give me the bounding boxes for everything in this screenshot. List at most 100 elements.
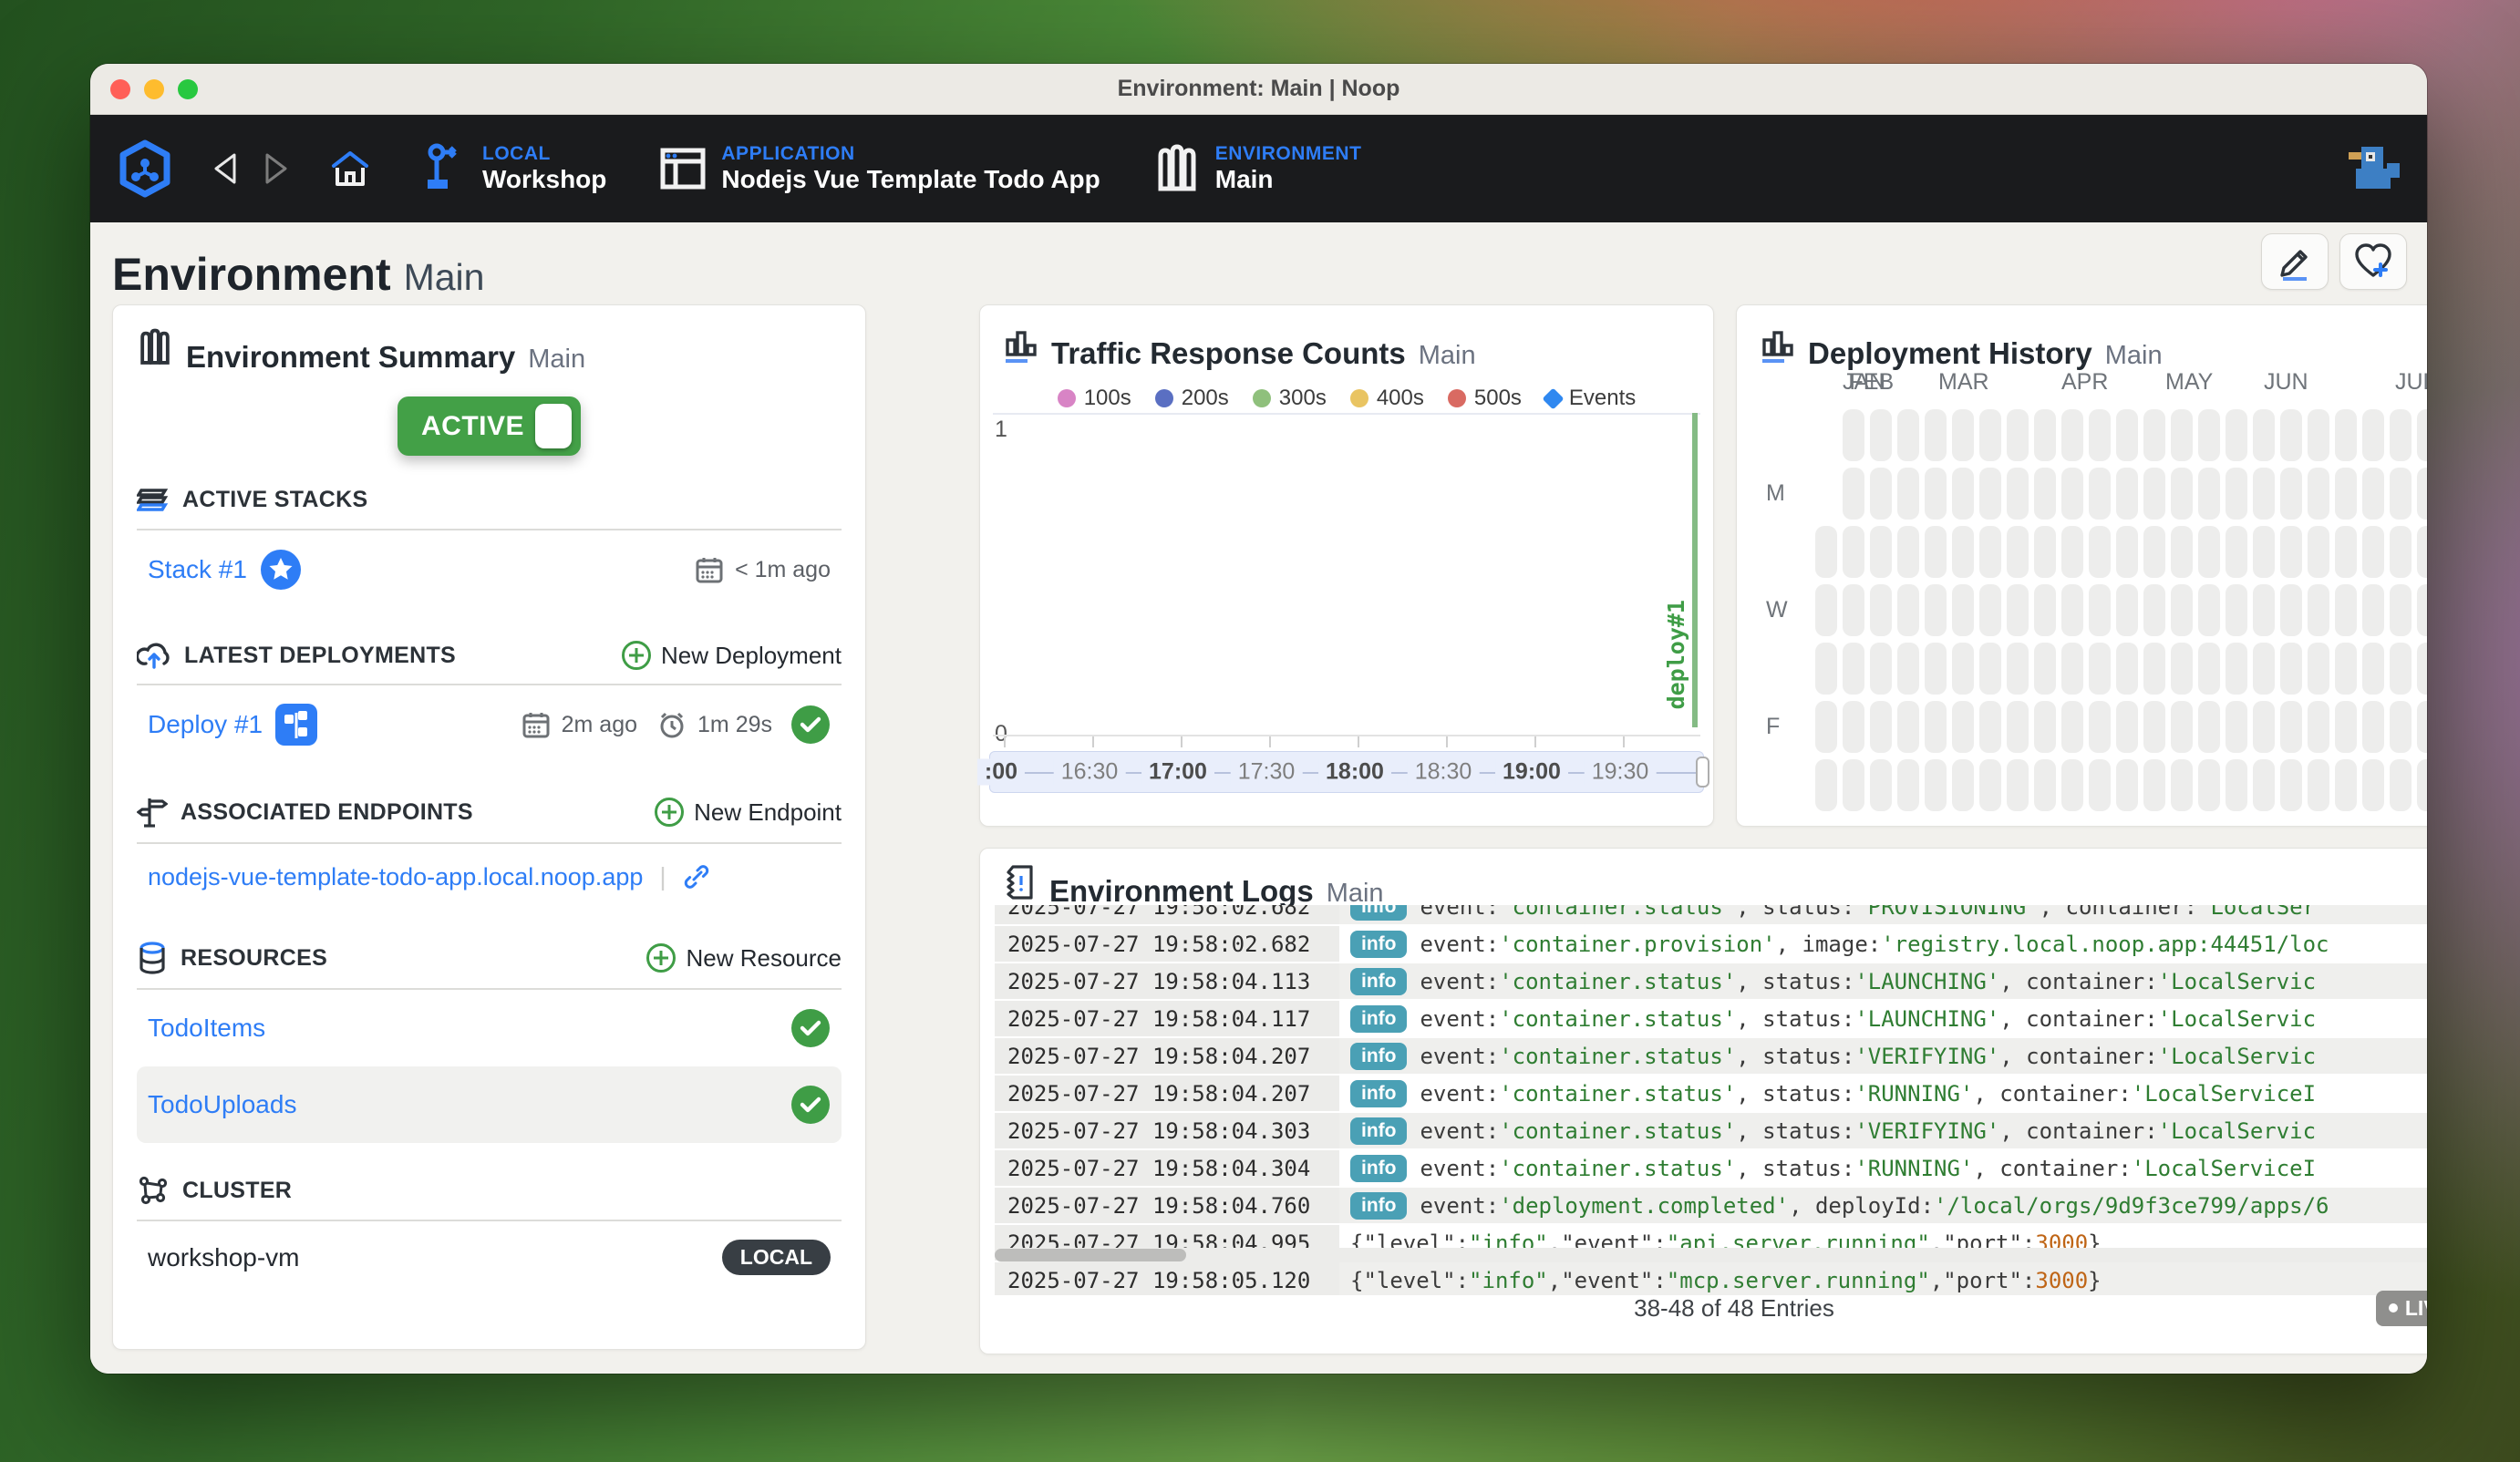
- axis-tick: [1534, 736, 1536, 747]
- axis-tick-label: 16:30: [1054, 759, 1126, 786]
- page-subtitle: Main: [404, 256, 485, 298]
- log-row: 2025-07-27 19:58:04.303infoevent: 'conta…: [995, 1113, 2427, 1148]
- log-segment: 'LAUNCHING': [1854, 1006, 1999, 1032]
- heatmap-cell: [2007, 643, 2029, 695]
- traffic-xaxis: [993, 735, 1700, 747]
- heatmap-cell: [2061, 701, 2083, 753]
- forward-button[interactable]: [262, 150, 293, 187]
- edit-button[interactable]: [2261, 233, 2329, 290]
- close-window-button[interactable]: [110, 79, 130, 99]
- resources-header: RESOURCES: [137, 941, 327, 975]
- heatmap-cell: [1979, 468, 2001, 520]
- heatmap-cell: [1979, 584, 2001, 636]
- deploy-time: 2m ago: [562, 712, 637, 738]
- legend-swatch-icon: [1155, 389, 1173, 407]
- deploy-marker-line[interactable]: [1692, 413, 1698, 727]
- heatmap-cell: [1815, 584, 1837, 636]
- heatmap-cell: [2116, 526, 2138, 578]
- minimize-window-button[interactable]: [144, 79, 164, 99]
- home-button[interactable]: [329, 148, 371, 190]
- stack-link[interactable]: Stack #1: [148, 555, 247, 584]
- heatmap-cell: [1897, 526, 1919, 578]
- duck-icon[interactable]: [2341, 145, 2401, 192]
- panel-title: Environment Summary: [186, 340, 515, 375]
- log-segment: , container:: [2040, 905, 2197, 920]
- log-message: infoevent: 'container.status', status: '…: [1339, 1038, 2427, 1074]
- panel-subtitle: Main: [1419, 341, 1476, 371]
- heatmap-cell: [2362, 701, 2384, 753]
- heatmap-cell: [2226, 759, 2247, 811]
- heatmap-cell: [2143, 468, 2165, 520]
- endpoint-link[interactable]: nodejs-vue-template-todo-app.local.noop.…: [148, 863, 643, 891]
- breadcrumb-environment[interactable]: ENVIRONMENT Main: [1153, 143, 1362, 194]
- log-segment: 'PROVISIONING': [1854, 905, 2039, 920]
- heatmap-cell: [2171, 526, 2193, 578]
- noop-logo-icon[interactable]: [116, 139, 174, 198]
- log-segment: 'deployment.completed': [1499, 1193, 1789, 1219]
- heatmap-cell: [2061, 409, 2083, 461]
- heatmap-cell: [1870, 468, 1892, 520]
- heatmap-cell: [2335, 409, 2357, 461]
- log-timestamp: 2025-07-27 19:58:04.304: [995, 1150, 1339, 1186]
- legend-swatch-icon: [1350, 389, 1368, 407]
- axis-tick-label: 17:30: [1231, 759, 1303, 786]
- heatmap-cell: [1979, 526, 2001, 578]
- legend-swatch-icon: [1058, 389, 1076, 407]
- log-row: 2025-07-27 19:58:04.760infoevent: 'deplo…: [995, 1188, 2427, 1223]
- environment-active-toggle[interactable]: ACTIVE: [398, 396, 581, 456]
- live-badge[interactable]: LIVE: [2376, 1291, 2427, 1326]
- log-level-badge: info: [1350, 1080, 1407, 1107]
- back-button[interactable]: [209, 150, 240, 187]
- new-resource-button[interactable]: New Resource: [645, 942, 842, 973]
- heatmap-cell: [2308, 526, 2329, 578]
- external-link-icon[interactable]: [683, 863, 710, 891]
- log-entries-count: 38-48 of 48 Entries: [1634, 1294, 1834, 1323]
- new-endpoint-button[interactable]: New Endpoint: [654, 797, 842, 828]
- legend-item[interactable]: 400s: [1350, 386, 1424, 411]
- log-segment: 'LocalSer: [2197, 905, 2316, 920]
- log-segment: , image:: [1776, 932, 1882, 957]
- legend-label: Events: [1569, 386, 1636, 411]
- legend-item[interactable]: 100s: [1058, 386, 1131, 411]
- breadcrumb-kind: ENVIRONMENT: [1215, 143, 1362, 165]
- log-segment: 'LocalServic: [2158, 1006, 2316, 1032]
- legend-label: 300s: [1279, 386, 1327, 411]
- log-segment: 'LocalServic: [2158, 1118, 2316, 1144]
- resource-link[interactable]: TodoItems: [148, 1014, 265, 1043]
- new-deployment-button[interactable]: New Deployment: [621, 640, 842, 671]
- axis-tick-label: 18:00: [1318, 759, 1391, 786]
- heatmap-cell: [2089, 409, 2111, 461]
- favorite-button[interactable]: [2339, 233, 2407, 290]
- stack-row: Stack #1 < 1m ago: [137, 530, 842, 609]
- logs-horizontal-scrollbar[interactable]: [995, 1248, 2427, 1262]
- cluster-header: CLUSTER: [137, 1174, 292, 1207]
- legend-item[interactable]: 500s: [1448, 386, 1522, 411]
- heatmap-cell: [2171, 468, 2193, 520]
- axis-tick-label: :00: [977, 759, 1025, 786]
- heatmap-cell: [1843, 409, 1864, 461]
- heatmap-day-label: F: [1766, 714, 1780, 740]
- scrollbar-thumb[interactable]: [995, 1249, 1186, 1261]
- heatmap-cell: [2007, 584, 2029, 636]
- resource-link[interactable]: TodoUploads: [148, 1090, 296, 1119]
- breadcrumb-workshop[interactable]: LOCAL Workshop: [424, 143, 606, 194]
- axis-tick-label: 19:00: [1495, 759, 1568, 786]
- heatmap-cell: [2253, 409, 2275, 461]
- zoom-window-button[interactable]: [178, 79, 198, 99]
- success-check-icon: [790, 705, 831, 745]
- deploy-link[interactable]: Deploy #1: [148, 710, 263, 739]
- heatmap-cell: [1925, 701, 1947, 753]
- legend-item[interactable]: 300s: [1253, 386, 1327, 411]
- heatmap-cell: [1925, 526, 1947, 578]
- heatmap-cell: [2390, 409, 2412, 461]
- breadcrumb-application[interactable]: APPLICATION Nodejs Vue Template Todo App: [659, 143, 1100, 194]
- log-timestamp: 2025-07-27 19:58:02.682: [995, 905, 1339, 924]
- log-timestamp: 2025-07-27 19:58:02.682: [995, 926, 1339, 962]
- chart-icon: [1761, 327, 1795, 364]
- log-segment: 'RUNNING': [1854, 1156, 1973, 1181]
- legend-item[interactable]: 200s: [1155, 386, 1229, 411]
- slider-handle[interactable]: [1696, 757, 1709, 788]
- time-range-slider[interactable]: :0016:3017:0017:3018:0018:3019:0019:30: [989, 751, 1704, 793]
- legend-item[interactable]: Events: [1545, 386, 1636, 411]
- heatmap-cell: [2417, 759, 2427, 811]
